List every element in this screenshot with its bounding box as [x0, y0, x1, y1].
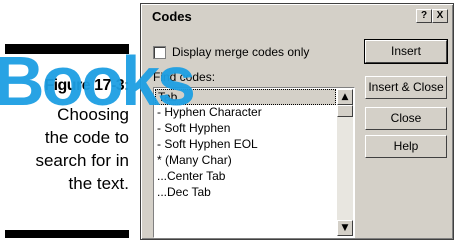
help-icon[interactable]: ? [416, 9, 432, 23]
list-item[interactable]: - Hyphen Character [155, 105, 336, 121]
codes-dialog: Codes ? X Display merge codes only Find … [140, 3, 454, 240]
figure-label: Figure 17-3: [44, 77, 129, 94]
find-codes-label: Find codes: [153, 70, 216, 84]
vertical-scrollbar[interactable]: ▲ ▼ [337, 89, 353, 236]
display-merge-codes-option[interactable]: Display merge codes only [153, 45, 309, 59]
caption-rule-bottom [5, 230, 129, 238]
display-merge-codes-checkbox[interactable] [153, 45, 166, 59]
help-button[interactable]: Help [365, 135, 447, 158]
caption-rule-top [5, 44, 129, 54]
figure-caption: Choosing the code to search for in the t… [35, 105, 129, 193]
display-merge-codes-label: Display merge codes only [172, 45, 310, 59]
codes-listbox[interactable]: Tab - Hyphen Character - Soft Hyphen - S… [153, 87, 355, 238]
insert-button[interactable]: Insert [364, 39, 448, 64]
list-item[interactable]: - Soft Hyphen EOL [155, 137, 336, 153]
list-item[interactable]: * (Many Char) [155, 153, 336, 169]
scroll-down-icon[interactable]: ▼ [337, 220, 353, 236]
close-button[interactable]: Close [365, 107, 447, 130]
insert-close-button[interactable]: Insert & Close [365, 76, 447, 99]
scroll-thumb[interactable] [337, 105, 353, 117]
list-item[interactable]: ...Dec Tab [155, 185, 336, 201]
list-item[interactable]: - Soft Hyphen [155, 121, 336, 137]
list-item[interactable]: ...Center Tab [155, 169, 336, 185]
dialog-titlebar: Codes ? X [144, 7, 450, 27]
close-icon[interactable]: X [432, 9, 448, 23]
codes-list: Tab - Hyphen Character - Soft Hyphen - S… [155, 89, 336, 236]
scroll-up-icon[interactable]: ▲ [337, 89, 353, 105]
list-item[interactable]: Tab [155, 89, 336, 105]
dialog-title: Codes [152, 9, 192, 24]
